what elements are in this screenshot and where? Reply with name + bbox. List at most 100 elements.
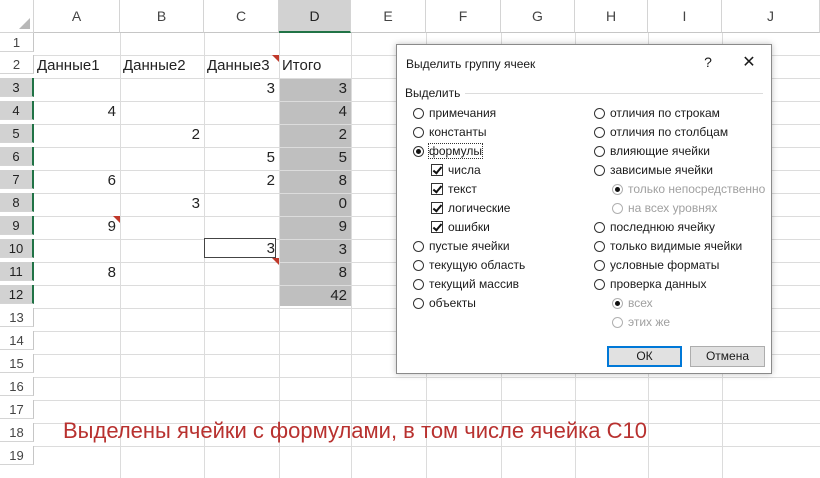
column-header-a[interactable]: A xyxy=(34,0,120,33)
row-header-13[interactable]: 13 xyxy=(0,308,34,327)
radio-direct-only[interactable]: только непосредственно xyxy=(612,181,765,197)
radio-blanks[interactable]: пустые ячейки xyxy=(413,238,510,254)
radio-disabled-icon xyxy=(612,203,623,214)
row-header-10[interactable]: 10 xyxy=(0,239,34,258)
checkbox-errors-label: ошибки xyxy=(448,220,490,234)
cell-d4[interactable]: 4 xyxy=(279,102,351,121)
cancel-button[interactable]: Отмена xyxy=(690,346,765,367)
row-header-12[interactable]: 12 xyxy=(0,285,34,304)
radio-row-differences[interactable]: отличия по строкам xyxy=(594,105,720,121)
column-header-i[interactable]: I xyxy=(648,0,722,33)
cell-c2[interactable]: Данные3 xyxy=(204,56,279,75)
column-header-h[interactable]: H xyxy=(575,0,648,33)
cell-d8[interactable]: 0 xyxy=(279,194,351,213)
cell-d11[interactable]: 8 xyxy=(279,263,351,282)
cell-d7[interactable]: 8 xyxy=(279,171,351,190)
radio-icon xyxy=(594,260,605,271)
cell-d5[interactable]: 2 xyxy=(279,125,351,144)
radio-same[interactable]: этих же xyxy=(612,314,670,330)
row-header-9[interactable]: 9 xyxy=(0,216,34,235)
radio-dependents[interactable]: зависимые ячейки xyxy=(594,162,713,178)
cell-d2[interactable]: Итого xyxy=(279,56,351,75)
cell-c6[interactable]: 5 xyxy=(204,148,279,167)
group-divider xyxy=(465,93,763,94)
row-header-2[interactable]: 2 xyxy=(0,55,34,74)
column-header-e[interactable]: E xyxy=(351,0,426,33)
checkbox-numbers[interactable]: числа xyxy=(431,162,481,178)
row-header-4[interactable]: 4 xyxy=(0,101,34,120)
row-header-6[interactable]: 6 xyxy=(0,147,34,166)
radio-icon xyxy=(594,108,605,119)
ok-button[interactable]: ОК xyxy=(607,346,682,367)
help-button[interactable]: ? xyxy=(700,54,716,70)
row-header-1[interactable]: 1 xyxy=(0,33,34,52)
cell-a2[interactable]: Данные1 xyxy=(34,56,120,75)
caption-text: Выделены ячейки с формулами, в том числе… xyxy=(63,418,647,443)
radio-all[interactable]: всех xyxy=(612,295,653,311)
cell-c3[interactable]: 3 xyxy=(204,79,279,98)
row-header-11[interactable]: 11 xyxy=(0,262,34,281)
row-header-15[interactable]: 15 xyxy=(0,354,34,373)
column-header-f[interactable]: F xyxy=(426,0,501,33)
radio-current-array[interactable]: текущий массив xyxy=(413,276,519,292)
column-header-j[interactable]: J xyxy=(722,0,820,33)
radio-current-array-label: текущий массив xyxy=(429,277,520,291)
radio-constants[interactable]: константы xyxy=(413,124,486,140)
cell-d9[interactable]: 9 xyxy=(279,217,351,236)
row-header-16[interactable]: 16 xyxy=(0,377,34,396)
cell-a4[interactable]: 4 xyxy=(34,102,120,121)
radio-conditional-formats-label: условные форматы xyxy=(610,258,720,272)
row-header-8[interactable]: 8 xyxy=(0,193,34,212)
cell-c7[interactable]: 2 xyxy=(204,171,279,190)
radio-conditional-formats[interactable]: условные форматы xyxy=(594,257,719,273)
radio-icon xyxy=(413,127,424,138)
close-button[interactable]: ✕ xyxy=(740,52,758,72)
row-header-7[interactable]: 7 xyxy=(0,170,34,189)
cell-b5[interactable]: 2 xyxy=(120,125,204,144)
column-header-g[interactable]: G xyxy=(501,0,575,33)
radio-disabled-icon xyxy=(612,298,623,309)
cell-d3[interactable]: 3 xyxy=(279,79,351,98)
row-header-18[interactable]: 18 xyxy=(0,423,34,442)
column-header-c[interactable]: C xyxy=(204,0,279,33)
radio-formulas[interactable]: формулы xyxy=(413,143,483,159)
checkbox-text-label: текст xyxy=(448,182,477,196)
radio-icon xyxy=(413,298,424,309)
radio-current-region[interactable]: текущую область xyxy=(413,257,525,273)
row-header-5[interactable]: 5 xyxy=(0,124,34,143)
radio-comments[interactable]: примечания xyxy=(413,105,496,121)
radio-comments-label: примечания xyxy=(429,106,497,120)
radio-column-differences[interactable]: отличия по столбцам xyxy=(594,124,728,140)
radio-icon xyxy=(594,165,605,176)
select-all-triangle-icon xyxy=(19,18,30,29)
cell-d6[interactable]: 5 xyxy=(279,148,351,167)
radio-blanks-label: пустые ячейки xyxy=(429,239,510,253)
checkbox-errors[interactable]: ошибки xyxy=(431,219,490,235)
checkbox-logicals[interactable]: логические xyxy=(431,200,510,216)
checkbox-text[interactable]: текст xyxy=(431,181,477,197)
radio-all-levels[interactable]: на всех уровнях xyxy=(612,200,717,216)
column-header-d[interactable]: D xyxy=(279,0,351,33)
radio-objects[interactable]: объекты xyxy=(413,295,476,311)
checkbox-logicals-label: логические xyxy=(448,201,511,215)
row-header-17[interactable]: 17 xyxy=(0,400,34,419)
radio-formulas-label: формулы xyxy=(428,143,483,159)
cell-b2[interactable]: Данные2 xyxy=(120,56,204,75)
radio-visible-cells[interactable]: только видимые ячейки xyxy=(594,238,742,254)
radio-data-validation[interactable]: проверка данных xyxy=(594,276,707,292)
radio-icon xyxy=(413,241,424,252)
cell-a9[interactable]: 9 xyxy=(34,217,120,236)
cell-a7[interactable]: 6 xyxy=(34,171,120,190)
select-all-button[interactable] xyxy=(0,0,34,33)
cell-b8[interactable]: 3 xyxy=(120,194,204,213)
row-header-19[interactable]: 19 xyxy=(0,446,34,465)
cell-d10[interactable]: 3 xyxy=(279,240,351,259)
radio-last-cell[interactable]: последнюю ячейку xyxy=(594,219,715,235)
column-header-b[interactable]: B xyxy=(120,0,204,33)
cell-c10[interactable]: 3 xyxy=(204,239,279,258)
cell-a11[interactable]: 8 xyxy=(34,263,120,282)
cell-d12[interactable]: 42 xyxy=(279,286,351,305)
row-header-3[interactable]: 3 xyxy=(0,78,34,97)
row-header-14[interactable]: 14 xyxy=(0,331,34,350)
radio-precedents[interactable]: влияющие ячейки xyxy=(594,143,710,159)
